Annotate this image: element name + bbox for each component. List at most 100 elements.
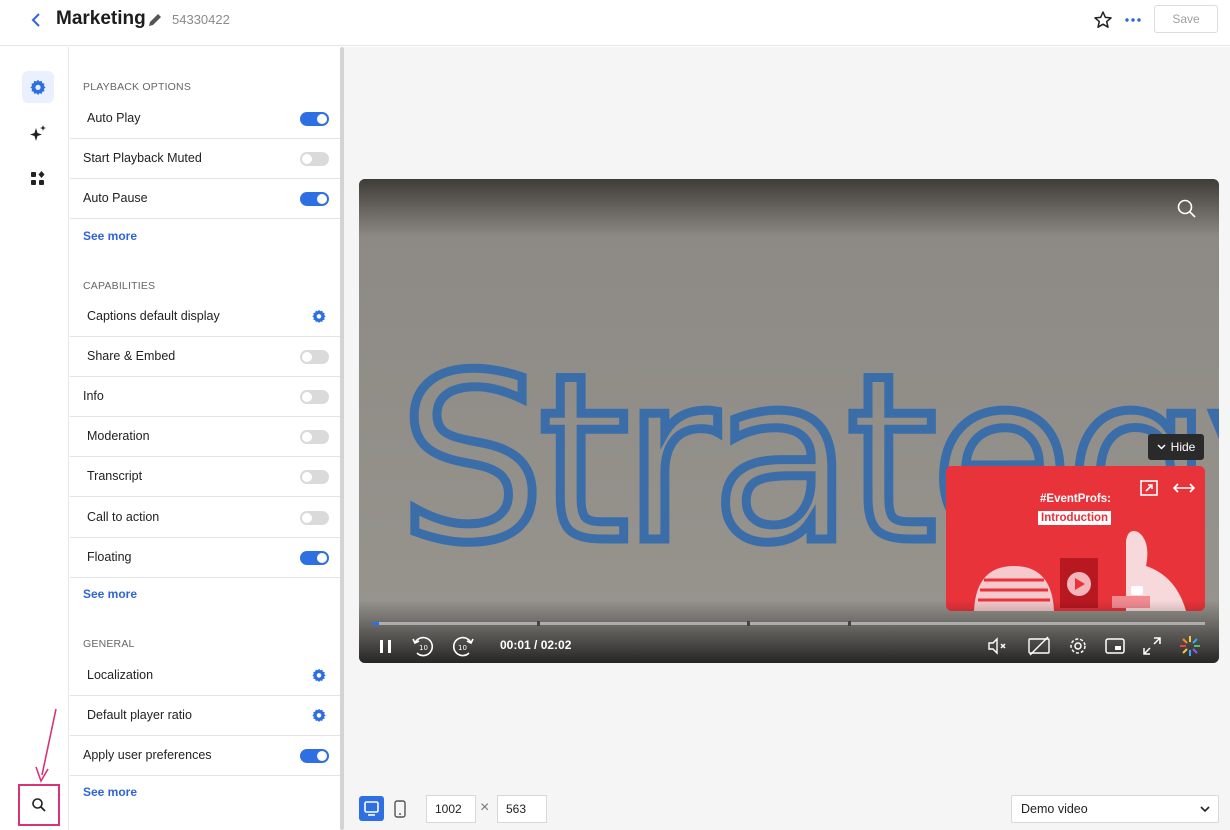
chapter-marker [747, 621, 750, 626]
floating-artwork [946, 466, 1205, 611]
settings-panel: PLAYBACK OPTIONS Auto Play Start Playbac… [70, 47, 342, 830]
start-muted-toggle[interactable] [300, 152, 329, 166]
chapter-marker [848, 621, 851, 626]
setting-label: Apply user preferences [83, 748, 212, 762]
settings-icon [30, 79, 46, 95]
captions-settings-gear-icon[interactable] [312, 309, 326, 323]
transcript-toggle[interactable] [300, 470, 329, 484]
pause-icon[interactable] [374, 634, 398, 658]
pencil-icon[interactable] [147, 12, 163, 28]
setting-label: Auto Play [87, 111, 141, 125]
chevron-down-icon [1200, 806, 1210, 813]
height-input[interactable] [497, 795, 547, 823]
width-input[interactable] [426, 795, 476, 823]
back-arrow-icon[interactable] [28, 9, 46, 31]
setting-label: Default player ratio [87, 708, 192, 722]
save-button[interactable]: Save [1154, 5, 1218, 33]
settings-gear-icon[interactable] [1066, 634, 1090, 658]
auto-play-toggle[interactable] [300, 112, 329, 126]
picture-in-picture-icon[interactable] [1103, 634, 1127, 658]
captions-off-icon[interactable] [1027, 634, 1051, 658]
setting-row-transcript: Transcript [70, 457, 342, 497]
time-display: 00:01 / 02:02 [500, 638, 572, 652]
setting-label: Share & Embed [87, 349, 176, 363]
toggle-knob [317, 114, 327, 124]
setting-label: Info [83, 389, 104, 403]
search-icon [32, 798, 46, 812]
rail-search-button[interactable] [18, 784, 60, 826]
setting-label: Call to action [87, 510, 160, 524]
section-title-general: GENERAL [83, 638, 135, 650]
chapter-marker [537, 621, 540, 626]
setting-row-captions: Captions default display [70, 297, 342, 337]
toggle-knob [302, 154, 312, 164]
player-id: 54330422 [172, 12, 230, 27]
setting-row-moderation: Moderation [70, 417, 342, 457]
setting-label: Localization [87, 668, 154, 682]
floating-tag: #EventProfs: [1040, 493, 1111, 505]
hide-label: Hide [1170, 440, 1196, 454]
chevron-down-icon [1157, 444, 1166, 450]
see-more-capabilities-link[interactable]: See more [83, 587, 137, 601]
muted-volume-icon[interactable] [986, 634, 1010, 658]
widgets-icon [31, 171, 45, 185]
forward-10-icon[interactable]: 10 [451, 634, 475, 658]
open-external-icon[interactable] [1140, 480, 1158, 496]
svg-text:10: 10 [458, 644, 467, 652]
setting-row-floating: Floating [70, 538, 342, 578]
moderation-toggle[interactable] [300, 430, 329, 444]
section-title-capabilities: CAPABILITIES [83, 280, 156, 292]
controls-gradient [359, 600, 1219, 663]
user-preferences-toggle[interactable] [300, 749, 329, 763]
setting-row-call-to-action: Call to action [70, 498, 342, 538]
page-title: Marketing [56, 8, 146, 29]
share-embed-toggle[interactable] [300, 350, 329, 364]
mobile-preview-button[interactable] [389, 796, 411, 821]
setting-label: Transcript [87, 469, 143, 483]
floating-toggle[interactable] [300, 551, 329, 565]
setting-row-user-preferences: Apply user preferences [70, 736, 342, 776]
demo-video-select[interactable]: Demo video [1011, 795, 1219, 823]
desktop-icon [364, 801, 379, 816]
setting-label: Floating [87, 550, 132, 564]
floating-mini-player[interactable] [946, 466, 1205, 611]
floating-intro: Introduction [1038, 511, 1112, 525]
setting-row-player-ratio: Default player ratio [70, 696, 342, 736]
annotation-arrow [35, 708, 57, 783]
toggle-knob [302, 392, 312, 402]
player-ratio-settings-gear-icon[interactable] [312, 708, 326, 722]
toggle-knob [317, 751, 327, 761]
star-icon[interactable] [1093, 10, 1113, 30]
setting-label: Auto Pause [83, 191, 148, 205]
top-bar: Marketing 54330422 Save [0, 0, 1230, 46]
rail-sparkle-button[interactable] [22, 117, 54, 149]
toggle-knob [317, 194, 327, 204]
setting-label: Start Playback Muted [83, 151, 202, 165]
setting-label: Moderation [87, 429, 150, 443]
localization-settings-gear-icon[interactable] [312, 668, 326, 682]
more-options-icon[interactable] [1124, 9, 1142, 29]
dimension-separator: × [480, 799, 490, 816]
setting-row-auto-pause: Auto Pause [70, 179, 342, 219]
auto-pause-toggle[interactable] [300, 192, 329, 206]
swap-arrows-icon[interactable] [1173, 480, 1195, 496]
demo-video-label: Demo video [1021, 802, 1088, 816]
brand-logo-icon[interactable] [1178, 634, 1202, 658]
rewind-10-icon[interactable]: 10 [411, 634, 435, 658]
toggle-knob [302, 472, 312, 482]
fullscreen-icon[interactable] [1140, 634, 1164, 658]
progress-track[interactable] [372, 622, 1205, 625]
see-more-general-link[interactable]: See more [83, 785, 137, 799]
rail-settings-button[interactable] [22, 71, 54, 103]
setting-row-share-embed: Share & Embed [70, 337, 342, 377]
video-search-icon[interactable] [1176, 198, 1198, 220]
hide-floating-button[interactable]: Hide [1148, 434, 1204, 460]
rail-widgets-button[interactable] [22, 163, 54, 195]
info-toggle[interactable] [300, 390, 329, 404]
sparkle-icon [30, 125, 46, 141]
see-more-playback-link[interactable]: See more [83, 229, 137, 243]
setting-label: Captions default display [87, 309, 220, 323]
desktop-preview-button[interactable] [359, 796, 384, 821]
call-to-action-toggle[interactable] [300, 511, 329, 525]
section-title-playback: PLAYBACK OPTIONS [83, 81, 192, 93]
